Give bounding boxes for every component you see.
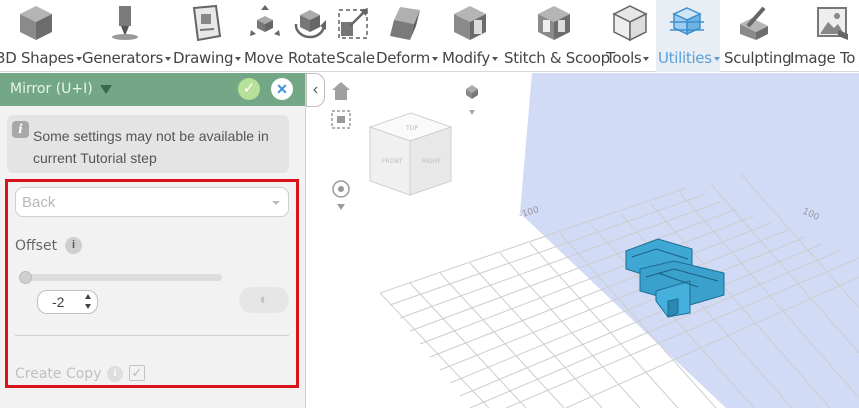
panel-collapse-button[interactable]: ‹ bbox=[306, 73, 325, 107]
toolbar-item-rotate[interactable]: Rotate bbox=[286, 0, 336, 72]
panel-header: Mirror (U+I) ✓ ✕ bbox=[0, 73, 305, 106]
panel-menu-caret-icon[interactable] bbox=[100, 85, 112, 94]
scale-icon bbox=[338, 8, 368, 39]
toolbar-item-drawing[interactable]: Drawing bbox=[170, 0, 242, 72]
offset-info-icon[interactable]: i bbox=[65, 237, 82, 254]
toolbar-label-utilities: Utilities bbox=[658, 49, 712, 67]
rotate-icon bbox=[294, 10, 326, 39]
utilities-icon bbox=[670, 7, 704, 36]
toolbar-label-3d-shapes: 3D Shapes bbox=[0, 49, 74, 67]
toolbar-label-scale: Scale bbox=[336, 49, 375, 67]
view-cube-top-label: TOP bbox=[405, 125, 418, 132]
create-copy-info-icon[interactable]: i bbox=[107, 366, 123, 382]
offset-stepper[interactable]: -2 bbox=[37, 290, 98, 314]
sculpting-icon bbox=[740, 6, 768, 40]
section-divider bbox=[15, 335, 289, 336]
mirror-direction-select[interactable]: Back bbox=[15, 187, 289, 217]
toolbar-item-scale[interactable]: Scale bbox=[334, 0, 375, 72]
stepper-up-icon[interactable] bbox=[85, 294, 91, 299]
offset-slider-track[interactable] bbox=[20, 274, 222, 281]
deform-icon bbox=[390, 7, 420, 40]
main-toolbar: 3D Shapes Generators Drawing Move Rotate… bbox=[0, 0, 859, 72]
fit-view-icon[interactable] bbox=[331, 110, 351, 129]
modify-icon bbox=[454, 6, 486, 40]
move-icon bbox=[250, 5, 280, 36]
home-icon[interactable] bbox=[332, 82, 350, 100]
mirror-direction-value: Back bbox=[22, 194, 56, 211]
toolbar-label-image-to-3d: Image To 3D bbox=[790, 49, 859, 67]
toolbar-item-image-to-3d[interactable]: Image To 3D bbox=[788, 0, 859, 72]
info-icon: i bbox=[12, 121, 29, 138]
offset-value: -2 bbox=[52, 294, 65, 310]
panel-title: Mirror (U+I) bbox=[10, 81, 93, 97]
toolbar-item-modify[interactable]: Modify bbox=[440, 0, 502, 72]
offset-slider-handle[interactable] bbox=[19, 271, 32, 284]
reset-offset-button[interactable]: ◐ bbox=[239, 287, 289, 313]
confirm-button[interactable]: ✓ bbox=[238, 78, 260, 100]
toolbar-item-tools[interactable]: Tools bbox=[604, 0, 656, 72]
toolbar-label-stitch-scoop: Stitch & Scoop bbox=[504, 49, 610, 67]
tools-icon bbox=[612, 5, 648, 42]
axis-widget-icon[interactable] bbox=[466, 85, 478, 115]
toolbar-item-utilities[interactable]: Utilities bbox=[656, 0, 720, 72]
toolbar-item-sculpting[interactable]: Sculpting bbox=[720, 0, 792, 72]
toolbar-label-drawing: Drawing bbox=[173, 49, 234, 67]
create-copy-checkbox[interactable]: ✓ bbox=[129, 365, 145, 381]
cube-icon bbox=[20, 6, 52, 40]
3d-viewport[interactable]: -100 100 TOP FRONT RIGHT ‹ bbox=[306, 73, 859, 408]
generator-icon bbox=[112, 6, 138, 40]
reset-icon: ◐ bbox=[259, 291, 269, 308]
viewport-scene: -100 100 TOP FRONT RIGHT bbox=[331, 73, 859, 408]
orbit-icon[interactable] bbox=[332, 180, 350, 210]
tutorial-info-box: i Some settings may not be available in … bbox=[7, 115, 289, 173]
stepper-down-icon[interactable] bbox=[85, 304, 91, 309]
create-copy-label: Create Copy bbox=[15, 366, 102, 382]
image-to-3d-icon bbox=[817, 7, 848, 40]
toolbar-item-deform[interactable]: Deform bbox=[374, 0, 440, 72]
toolbar-item-move[interactable]: Move bbox=[242, 0, 286, 72]
close-button[interactable]: ✕ bbox=[271, 78, 293, 100]
toolbar-label-deform: Deform bbox=[376, 49, 430, 67]
offset-label: Offset bbox=[15, 238, 58, 254]
view-cube[interactable]: TOP FRONT RIGHT bbox=[368, 112, 453, 196]
chevron-down-icon bbox=[272, 201, 280, 205]
tutorial-info-text: Some settings may not be available in cu… bbox=[33, 128, 269, 166]
toolbar-item-generators[interactable]: Generators bbox=[80, 0, 171, 72]
drawing-icon bbox=[192, 4, 222, 42]
view-cube-front-label: FRONT bbox=[382, 158, 403, 165]
toolbar-label-rotate: Rotate bbox=[288, 49, 336, 67]
toolbar-label-modify: Modify bbox=[442, 49, 490, 67]
view-cube-right-label: RIGHT bbox=[422, 158, 441, 165]
toolbar-item-3d-shapes[interactable]: 3D Shapes bbox=[0, 0, 82, 72]
toolbar-item-stitch-scoop[interactable]: Stitch & Scoop bbox=[502, 0, 610, 72]
toolbar-label-tools: Tools bbox=[606, 49, 642, 67]
toolbar-label-move: Move bbox=[244, 49, 284, 67]
toolbar-label-generators: Generators bbox=[82, 49, 163, 67]
stitch-scoop-icon bbox=[538, 6, 570, 40]
toolbar-label-sculpting: Sculpting bbox=[724, 49, 792, 67]
